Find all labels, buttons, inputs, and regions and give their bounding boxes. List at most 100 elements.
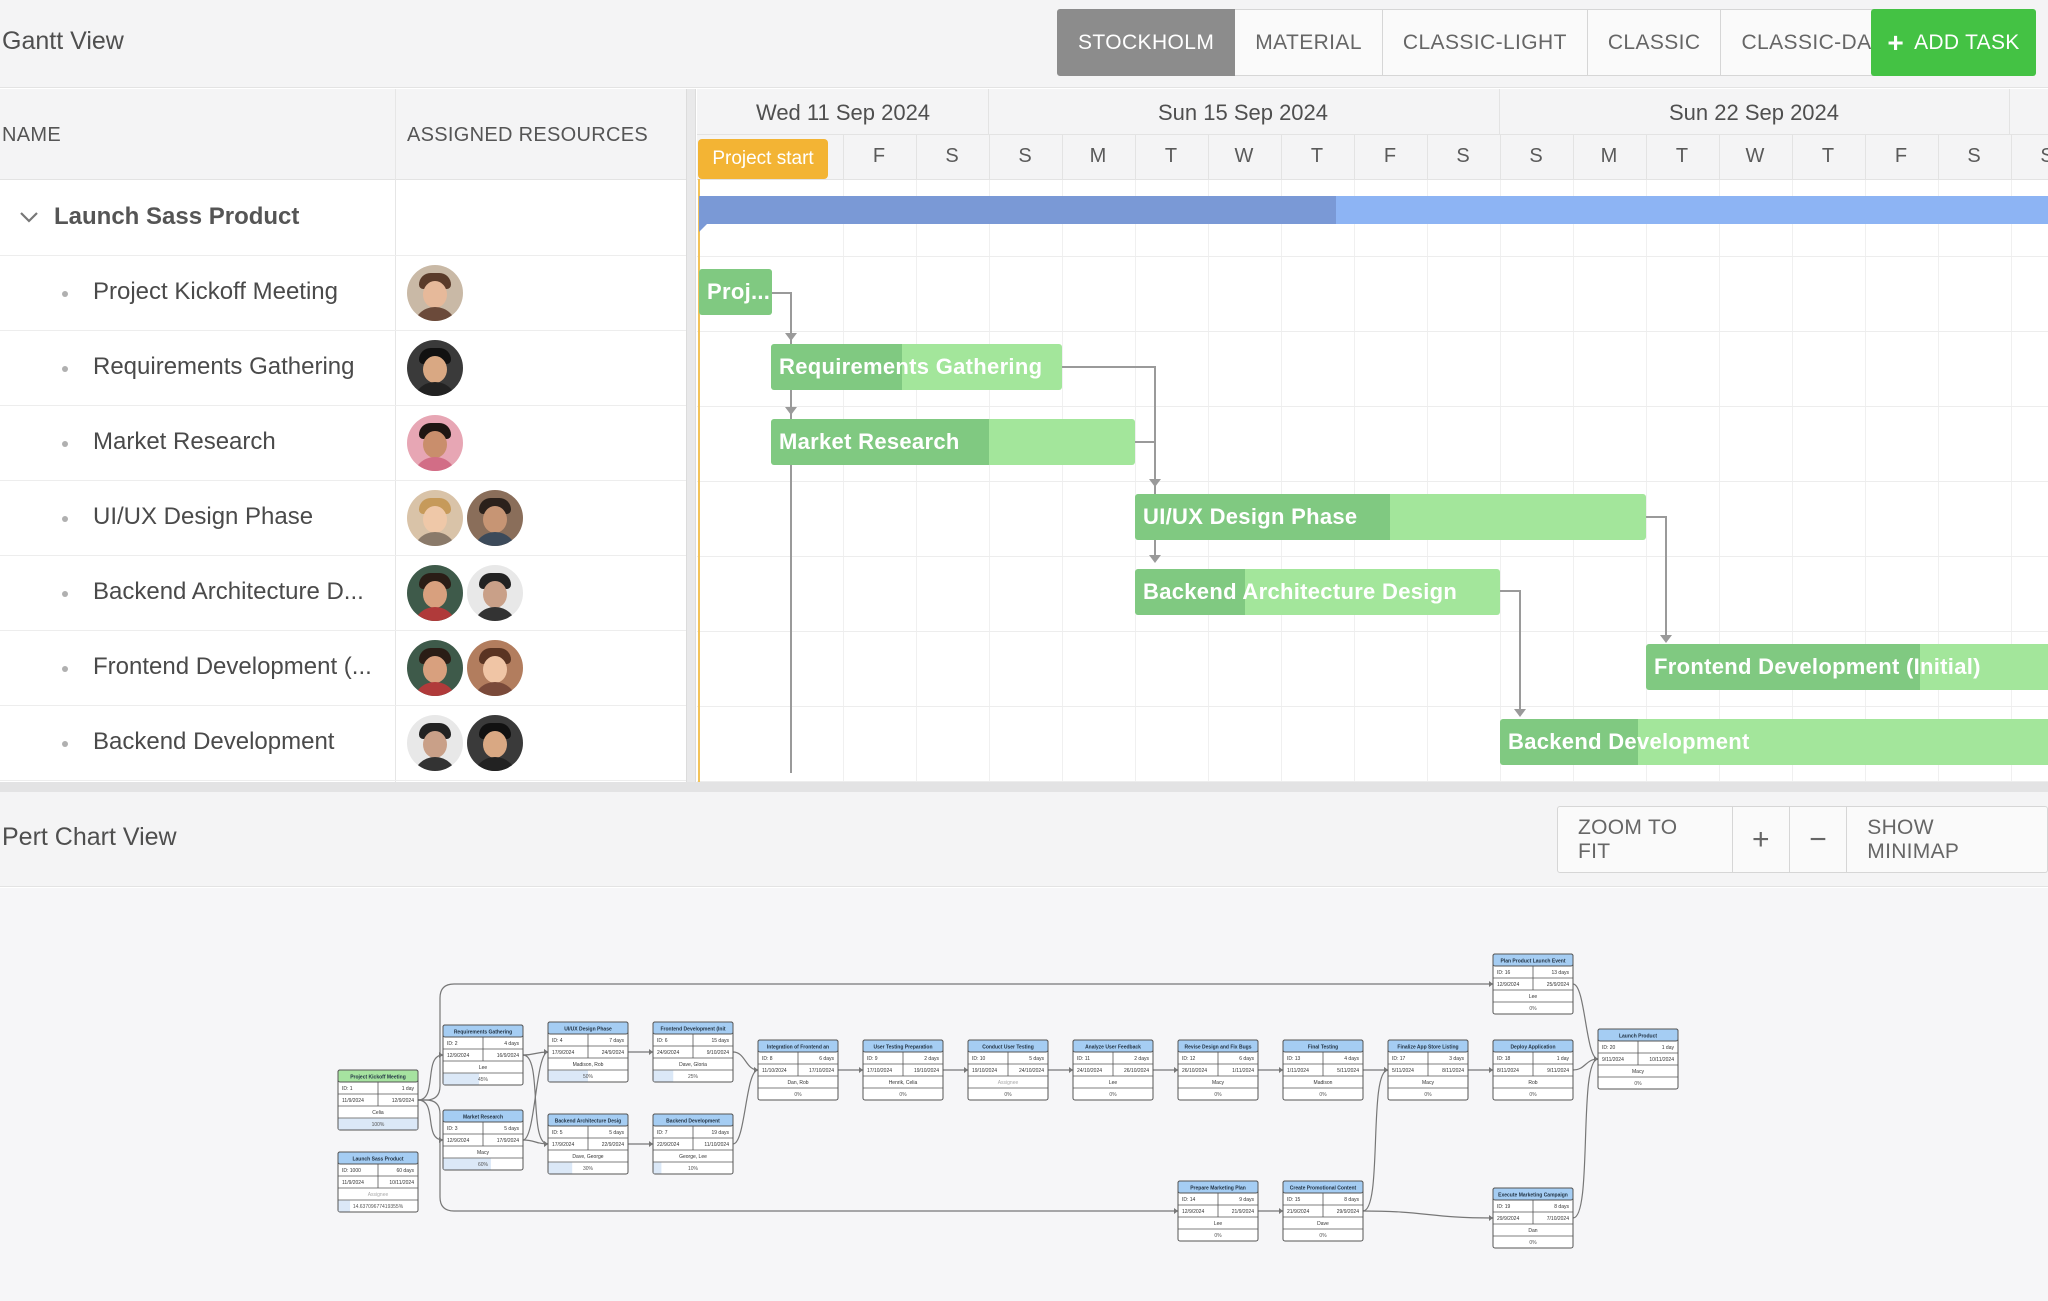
pert-node-percent: 0% — [1214, 1092, 1222, 1098]
pert-node[interactable]: Final Testing ID: 13 4 days 1/11/2024 5/11/2… — [1282, 1039, 1364, 1101]
pert-node[interactable]: Launch ProductID: 20 1 day 9/11/2024 10/11/… — [1597, 1028, 1679, 1090]
pert-arrow — [1069, 1067, 1073, 1073]
task-bar[interactable]: UI/UX Design Phase — [1135, 494, 1646, 540]
task-bar-label: Proj... — [707, 279, 771, 304]
pert-node-id: ID: 2 — [447, 1041, 458, 1047]
avatar[interactable] — [407, 490, 463, 546]
task-bar[interactable]: Backend Architecture Design — [1135, 569, 1500, 615]
pert-node-title: Deploy Application — [1510, 1045, 1555, 1051]
pert-node[interactable]: Conduct User Testing ID: 10 5 days 19/10/20… — [967, 1039, 1049, 1101]
task-bar[interactable]: Backend Development — [1500, 719, 2048, 765]
pert-node-id: ID: 3 — [447, 1126, 458, 1132]
task-row[interactable]: Backend Development — [0, 706, 686, 781]
pert-node-duration: 6 days — [1239, 1056, 1254, 1062]
pert-node-title: Frontend Development (Init — [661, 1027, 726, 1033]
row-gridline — [697, 256, 2048, 257]
pert-node[interactable]: Launch Sass Product ID: 1000 60 days 11/9/2… — [337, 1151, 419, 1213]
column-header-resources[interactable]: ASSIGNED RESOURCES — [407, 124, 648, 147]
task-bar[interactable]: Requirements Gathering — [771, 344, 1062, 390]
avatar[interactable] — [407, 415, 463, 471]
theme-classic-light-button[interactable]: CLASSIC-LIGHT — [1382, 9, 1588, 76]
task-row[interactable]: Backend Architecture D... — [0, 556, 686, 631]
theme-classic-button[interactable]: CLASSIC — [1587, 9, 1722, 76]
task-row[interactable]: Project Kickoff Meeting — [0, 256, 686, 331]
pert-canvas[interactable]: Project Kickoff Meeting ID: 1 1 day 11/9/20… — [0, 888, 2048, 1301]
summary-bar[interactable] — [699, 196, 2048, 224]
avatar[interactable] — [467, 715, 523, 771]
pert-node[interactable]: Frontend Development (Init ID: 6 15 days 24… — [652, 1021, 734, 1083]
pert-node[interactable]: Plan Product Launch Event ID: 16 13 days 12… — [1492, 953, 1574, 1015]
task-bar[interactable]: Frontend Development (Initial) — [1646, 644, 2048, 690]
day-label: T — [1821, 145, 1835, 167]
theme-material-button[interactable]: MATERIAL — [1235, 9, 1383, 76]
theme-stockholm-button[interactable]: STOCKHOLM — [1057, 9, 1236, 76]
pert-node-id: ID: 20 — [1602, 1045, 1616, 1051]
task-bar[interactable]: Proj... — [699, 269, 772, 315]
pert-arrow — [1384, 1067, 1388, 1073]
pert-node[interactable]: Execute Marketing Campaign ID: 19 8 days 29… — [1492, 1187, 1574, 1249]
pert-node[interactable]: Market Research ID: 3 5 days 12/9/2024 17/9/… — [442, 1109, 524, 1171]
pert-node[interactable]: User Testing Preparation ID: 9 2 days 17/10… — [862, 1039, 944, 1101]
pert-node[interactable]: Backend Architecture Desig ID: 5 5 days 17/… — [547, 1113, 629, 1175]
pert-node[interactable]: Create Promotional Content ID: 15 8 days 21… — [1282, 1180, 1364, 1242]
avatar[interactable] — [407, 340, 463, 396]
column-header-name[interactable]: NAME — [2, 124, 61, 147]
pert-node[interactable]: Backend Development ID: 7 19 days 22/9/2024… — [652, 1113, 734, 1175]
zoom-out-button[interactable]: − — [1790, 806, 1848, 873]
day-label: M — [1089, 145, 1107, 167]
pert-node-title: Backend Architecture Desig — [555, 1119, 622, 1125]
pert-link — [1362, 1069, 1389, 1212]
avatar[interactable] — [407, 565, 463, 621]
pert-node-percent: 45% — [478, 1077, 489, 1083]
pert-node[interactable]: Deploy Application ID: 18 1 day 8/11/2024 9/… — [1492, 1039, 1574, 1101]
add-task-button[interactable]: + ADD TASK — [1871, 9, 2036, 76]
pert-node[interactable]: Analyze User Feedback ID: 11 2 days 24/10/2… — [1072, 1039, 1154, 1101]
task-name: Backend Architecture D... — [93, 578, 364, 605]
pert-arrow — [754, 1067, 758, 1073]
pert-arrow — [1489, 981, 1493, 987]
pert-node[interactable]: Integration of Frontend an ID: 8 6 days 11/… — [757, 1039, 839, 1101]
avatar[interactable] — [407, 715, 463, 771]
pert-node-duration: 3 days — [1449, 1056, 1464, 1062]
task-row[interactable]: UI/UX Design Phase — [0, 481, 686, 556]
pert-node[interactable]: Prepare Marketing Plan ID: 14 9 days 12/9/2… — [1177, 1180, 1259, 1242]
pert-node-duration: 8 days — [1344, 1197, 1359, 1203]
plus-icon: + — [1887, 26, 1905, 58]
avatar[interactable] — [407, 640, 463, 696]
grid-splitter[interactable] — [686, 89, 696, 782]
zoom-in-button[interactable]: + — [1732, 806, 1791, 873]
pert-node-resources: Madison, Rob — [573, 1062, 604, 1068]
avatar[interactable] — [407, 265, 463, 321]
avatar[interactable] — [467, 640, 523, 696]
pert-arrow — [649, 1049, 653, 1055]
pert-node-title: Prepare Marketing Plan — [1190, 1186, 1246, 1192]
task-row[interactable]: Requirements Gathering — [0, 331, 686, 406]
pert-node-percent: 14.63709677419355% — [353, 1204, 404, 1210]
day-separator — [989, 134, 990, 180]
pert-node-start: 17/9/2024 — [552, 1142, 574, 1148]
pert-node-title: Backend Development — [666, 1119, 720, 1125]
show-minimap-button[interactable]: SHOW MINIMAP — [1847, 806, 2048, 873]
task-name: UI/UX Design Phase — [93, 503, 314, 530]
bullet-icon — [62, 516, 68, 522]
pert-node[interactable]: Revise Design and Fix Bugs ID: 12 6 days 26… — [1177, 1039, 1259, 1101]
pert-node[interactable]: UI/UX Design PhaseID: 4 7 days 17/9/2024 24… — [547, 1021, 629, 1083]
chevron-down-icon[interactable] — [17, 205, 41, 229]
task-row[interactable]: Market Research — [0, 406, 686, 481]
parent-task-row[interactable]: Launch Sass Product — [0, 181, 686, 256]
pert-node[interactable]: Finalize App Store Listing ID: 17 3 days 5/… — [1387, 1039, 1469, 1101]
pert-node-start: 12/9/2024 — [447, 1053, 469, 1059]
pert-node-end: 5/11/2024 — [1337, 1068, 1359, 1074]
pert-node[interactable]: Requirements Gathering ID: 2 4 days 12/9/20… — [442, 1024, 524, 1086]
pert-node[interactable]: Project Kickoff Meeting ID: 1 1 day 11/9/20… — [337, 1069, 419, 1131]
pert-node-resources: Lee — [1214, 1221, 1223, 1227]
avatar[interactable] — [467, 565, 523, 621]
task-row[interactable]: Frontend Development (... — [0, 631, 686, 706]
zoom-to-fit-button[interactable]: ZOOM TO FIT — [1557, 806, 1733, 873]
task-bar[interactable]: Market Research — [771, 419, 1135, 465]
avatar[interactable] — [467, 490, 523, 546]
panel-divider[interactable] — [0, 782, 2048, 792]
day-label: S — [1456, 145, 1470, 167]
pert-node-resources: Lee — [1109, 1080, 1118, 1086]
project-start-marker[interactable]: Project start — [698, 139, 828, 179]
